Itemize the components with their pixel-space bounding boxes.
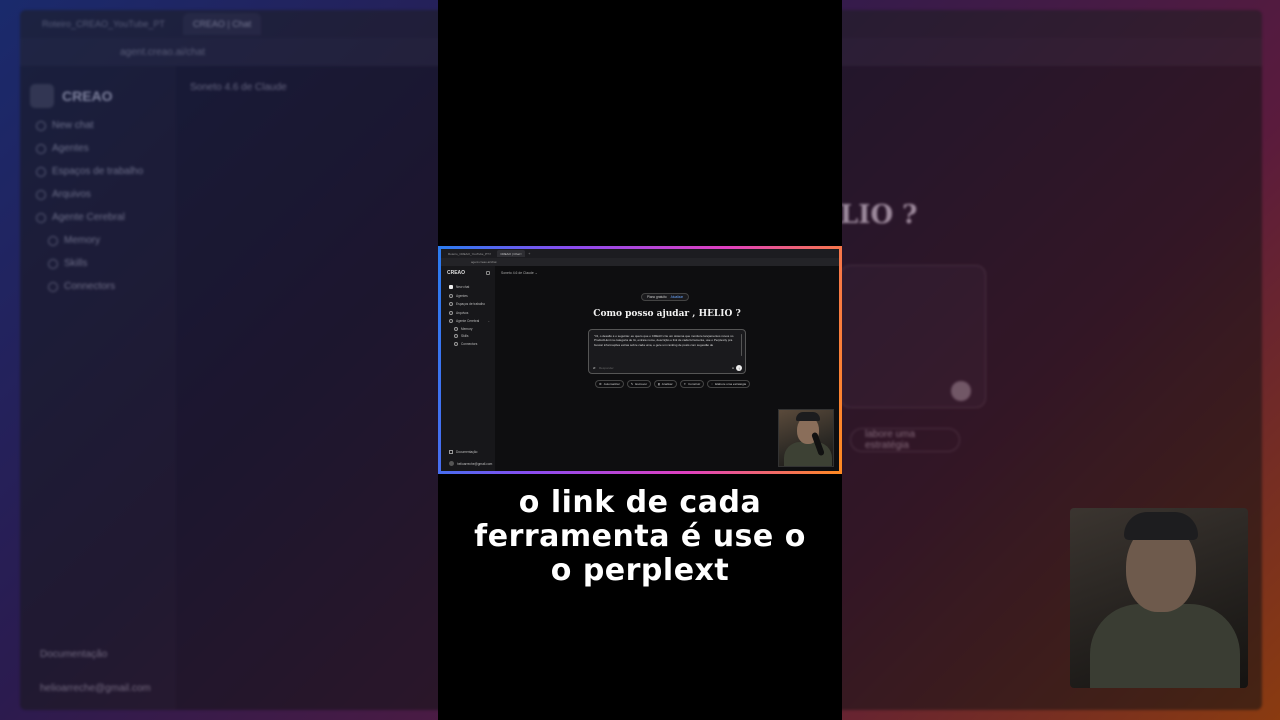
chip-estrategia[interactable]: ◌ Elabore uma estratégia — [707, 380, 751, 388]
subtitle-caption: o link de cada ferramenta é use o o perp… — [438, 486, 842, 588]
sidebar-item-connectors[interactable]: Connectors — [454, 341, 495, 346]
video-frame: Roteiro_CREAO_YouTube_PT CREAO | Chat ag… — [0, 0, 1280, 720]
caption-line: o perplext — [550, 553, 730, 588]
chip-escrever[interactable]: ✎ Escrever — [626, 380, 652, 388]
account-menu[interactable]: helioarreche@gmail.com — [449, 461, 492, 466]
sidebar-item-memory[interactable]: Memory — [454, 326, 495, 331]
wrench-icon: ✦ — [683, 382, 687, 386]
upgrade-link[interactable]: Atualizar — [671, 295, 683, 299]
background-sidebar-item: Espaços de trabalho — [36, 166, 176, 177]
browser-tab[interactable]: Roteiro_CREAO_YouTube_PT × — [445, 250, 494, 257]
memory-icon — [454, 326, 458, 331]
screenshot-app: Roteiro_CREAO_YouTube_PT × CREAO | Chat × … — [441, 249, 839, 471]
chart-icon: ▮ — [658, 382, 660, 386]
background-sidebar-item: New chat — [36, 120, 176, 131]
sidebar-item-skills[interactable]: Skills — [454, 334, 495, 338]
agent-icon — [449, 293, 453, 298]
documentation-link[interactable]: Documentação — [449, 450, 491, 454]
input-scrollbar[interactable] — [740, 334, 742, 356]
background-sidebar-item: Agente Cerebral — [36, 212, 176, 223]
connectors-icon — [454, 341, 458, 346]
plus-icon — [449, 285, 453, 289]
greeting-heading: Como posso ajudar , HELIO ? — [593, 309, 741, 319]
background-sidebar-item: Arquivos — [36, 189, 176, 200]
background-tab-active: CREAO | Chat — [182, 13, 262, 35]
background-logo: CREAO — [30, 84, 176, 108]
model-selector[interactable]: Soneto 4.6 de Claude ⌄ — [501, 271, 538, 275]
mic-icon[interactable]: ● — [732, 366, 734, 370]
input-placeholder: Responder — [599, 365, 614, 370]
plan-badge: Plano gratuito Atualizar — [641, 293, 690, 301]
chip-automatizar[interactable]: ⚙ Automatizar — [595, 380, 624, 388]
avatar — [449, 461, 454, 466]
chevron-down-icon: ⌄ — [487, 319, 490, 323]
background-webcam — [1070, 508, 1248, 688]
sidebar: CREAO New chat Agentes Espaços de trabal… — [441, 266, 596, 471]
caption-line: o link de cada — [518, 485, 762, 520]
brain-icon — [449, 319, 453, 323]
background-sidebar-subitem: Memory — [48, 235, 176, 246]
background-sidebar-item: Agentes — [36, 143, 176, 154]
chat-input[interactable]: "Oi, o desafio é o seguinte: eu quero qu… — [588, 329, 746, 374]
webcam-overlay — [778, 409, 834, 467]
chip-analisar[interactable]: ▮ Analisar — [654, 380, 677, 388]
chevron-down-icon: ⌄ — [534, 271, 538, 275]
caption-line: ferramenta é use o — [474, 519, 806, 554]
folder-icon — [449, 302, 453, 306]
background-greeting: LIO ? — [840, 200, 918, 230]
background-chip: labore uma estratégia — [850, 428, 960, 452]
new-tab-icon[interactable]: + — [528, 251, 530, 256]
suggestion-chips: ⚙ Automatizar ✎ Escrever ▮ Analisar ✦ Constr… — [595, 380, 751, 388]
address-bar[interactable]: agent.creao.ai/chat — [441, 258, 839, 266]
screenshot-frame: Roteiro_CREAO_YouTube_PT × CREAO | Chat × … — [438, 246, 842, 474]
skills-icon — [454, 334, 458, 338]
sidebar-item-new-chat[interactable]: New chat — [449, 285, 495, 289]
background-sidebar-subitem: Skills — [48, 258, 176, 269]
pen-icon: ✎ — [630, 382, 634, 386]
background-tab: Roteiro_CREAO_YouTube_PT — [42, 19, 165, 29]
close-icon[interactable]: × — [520, 251, 522, 256]
background-sidebar: CREAO New chat Agentes Espaços de trabal… — [20, 66, 176, 710]
sidebar-item-agentes[interactable]: Agentes — [449, 293, 495, 298]
send-button[interactable]: ↑ — [736, 365, 742, 371]
close-icon[interactable]: × — [489, 251, 491, 256]
background-doc-link: Documentação — [40, 649, 108, 660]
background-model: Soneto 4.6 de Claude — [190, 82, 287, 93]
background-input — [840, 265, 986, 408]
book-icon — [449, 450, 453, 454]
background-email: helioarreche@gmail.com — [40, 683, 151, 694]
sidebar-toggle-icon[interactable] — [486, 271, 490, 275]
gear-icon: ⚙ — [599, 382, 602, 386]
background-sidebar-subitem: Connectors — [48, 281, 176, 292]
sidebar-item-agente-cerebral[interactable]: Agente Cerebral ⌄ — [449, 319, 495, 323]
browser-tab-bar: Roteiro_CREAO_YouTube_PT × CREAO | Chat × … — [441, 249, 839, 258]
attach-icon[interactable]: ⌀ — [593, 365, 595, 370]
bulb-icon: ◌ — [711, 382, 714, 386]
browser-tab-active[interactable]: CREAO | Chat × — [497, 250, 526, 257]
chat-input-text[interactable]: "Oi, o desafio é o seguinte: eu quero qu… — [594, 334, 734, 347]
chip-construir[interactable]: ✦ Construir — [679, 380, 705, 388]
sidebar-item-workspaces[interactable]: Espaços de trabalho — [449, 302, 495, 306]
